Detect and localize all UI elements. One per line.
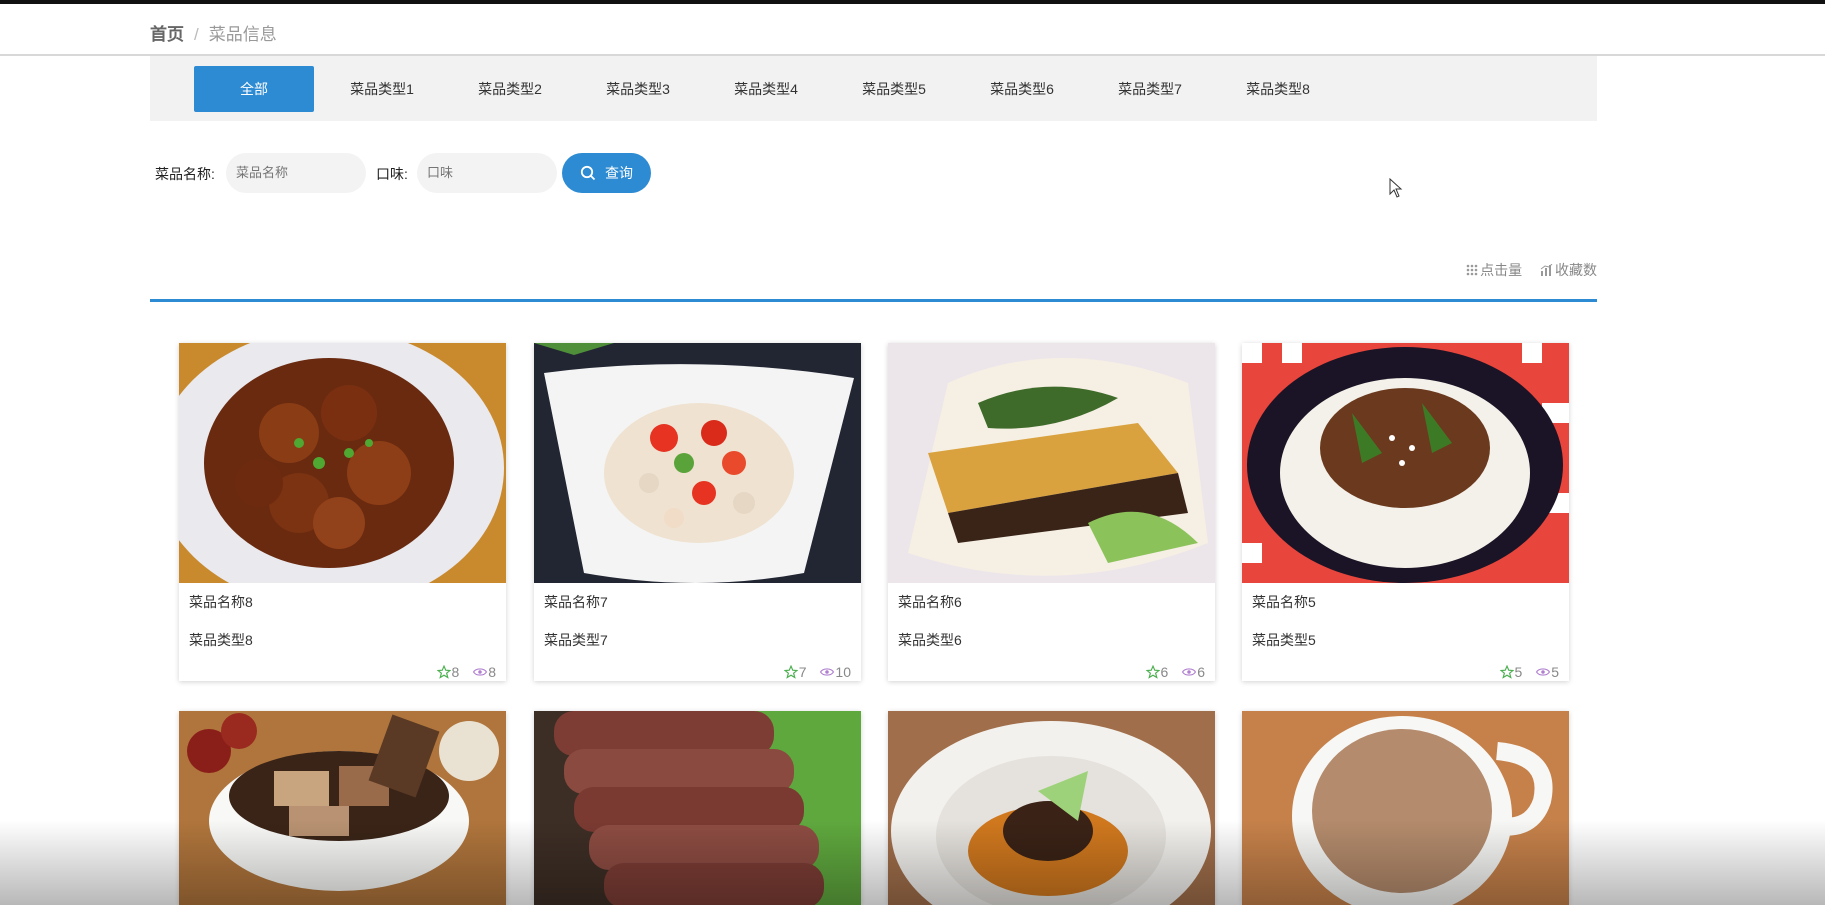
dish-image [1242, 711, 1569, 905]
favorite-count: 7 [783, 664, 807, 680]
favorite-count-value: 6 [1160, 664, 1169, 680]
tab-type-5[interactable]: 菜品类型5 [834, 66, 954, 112]
tab-type-1[interactable]: 菜品类型1 [322, 66, 442, 112]
tab-type-8[interactable]: 菜品类型8 [1218, 66, 1338, 112]
star-icon [1145, 664, 1160, 679]
dish-name-label: 菜品名称: [155, 166, 215, 182]
dish-card[interactable] [888, 711, 1215, 905]
dish-stats: 7 10 [783, 664, 851, 680]
view-count: 6 [1182, 664, 1205, 680]
search-button-label: 查询 [605, 165, 633, 181]
bar-chart-icon [1540, 263, 1553, 276]
taste-input[interactable] [417, 153, 557, 193]
breadcrumb: 首页 / 菜品信息 [150, 20, 277, 45]
tab-type-7[interactable]: 菜品类型7 [1090, 66, 1210, 112]
dish-card[interactable]: 菜品名称8 菜品类型8 8 8 [179, 343, 506, 681]
section-divider [150, 299, 1597, 302]
favorite-count-value: 7 [798, 664, 807, 680]
view-count-value: 5 [1551, 664, 1559, 680]
category-tabs: 全部 菜品类型1 菜品类型2 菜品类型3 菜品类型4 菜品类型5 菜品类型6 菜… [150, 56, 1597, 121]
breadcrumb-separator: / [194, 25, 199, 44]
dish-card[interactable]: 菜品名称5 菜品类型5 5 5 [1242, 343, 1569, 681]
tab-type-4[interactable]: 菜品类型4 [706, 66, 826, 112]
view-count-value: 10 [835, 664, 851, 680]
dish-card[interactable] [1242, 711, 1569, 905]
eye-icon [473, 668, 488, 676]
dish-stats: 6 6 [1145, 664, 1205, 680]
dish-name: 菜品名称8 [189, 594, 253, 610]
dish-image [534, 711, 861, 905]
view-count-value: 8 [488, 664, 496, 680]
dish-image [1242, 343, 1569, 583]
dish-image [179, 343, 506, 583]
breadcrumb-home-link[interactable]: 首页 [150, 25, 184, 44]
favorite-count-value: 5 [1514, 664, 1523, 680]
dish-type: 菜品类型7 [544, 632, 608, 648]
grid-icon [1466, 264, 1478, 276]
dish-card[interactable] [179, 711, 506, 905]
dish-type: 菜品类型8 [189, 632, 253, 648]
eye-icon [1536, 668, 1551, 676]
sort-by-favorites-label: 收藏数 [1555, 262, 1597, 278]
view-count: 5 [1536, 664, 1559, 680]
favorite-count: 5 [1499, 664, 1523, 680]
dish-stats: 5 5 [1499, 664, 1559, 680]
star-icon [1499, 664, 1514, 679]
tab-type-6[interactable]: 菜品类型6 [962, 66, 1082, 112]
breadcrumb-current: 菜品信息 [208, 25, 277, 44]
view-count-value: 6 [1197, 664, 1205, 680]
search-icon [580, 165, 596, 181]
sort-options: 点击量 收藏数 [1452, 260, 1597, 280]
dish-image [534, 343, 861, 583]
dish-image [179, 711, 506, 905]
search-button[interactable]: 查询 [562, 153, 651, 193]
sort-by-clicks-label: 点击量 [1480, 262, 1523, 278]
eye-icon [820, 668, 835, 676]
favorite-count-value: 8 [451, 664, 460, 680]
sort-by-favorites[interactable]: 收藏数 [1540, 260, 1597, 280]
tab-type-2[interactable]: 菜品类型2 [450, 66, 570, 112]
star-icon [783, 664, 799, 679]
tab-type-3[interactable]: 菜品类型3 [578, 66, 698, 112]
sort-by-clicks[interactable]: 点击量 [1466, 260, 1522, 280]
dish-image [888, 343, 1215, 583]
dish-type: 菜品类型5 [1252, 632, 1316, 648]
favorite-count: 6 [1145, 664, 1169, 680]
star-icon [436, 664, 451, 679]
view-count: 8 [473, 664, 496, 680]
dish-name: 菜品名称7 [544, 594, 608, 610]
dish-image [888, 711, 1215, 905]
dish-stats: 8 8 [436, 664, 496, 680]
dish-type: 菜品类型6 [898, 632, 962, 648]
dish-name: 菜品名称5 [1252, 594, 1316, 610]
dish-card[interactable]: 菜品名称7 菜品类型7 7 10 [534, 343, 861, 681]
dish-name: 菜品名称6 [898, 594, 962, 610]
dish-name-input[interactable] [226, 153, 366, 193]
eye-icon [1182, 668, 1197, 676]
favorite-count: 8 [436, 664, 460, 680]
view-count: 10 [820, 664, 851, 680]
dish-card[interactable] [534, 711, 861, 905]
dish-card[interactable]: 菜品名称6 菜品类型6 6 6 [888, 343, 1215, 681]
tab-all[interactable]: 全部 [194, 66, 314, 112]
breadcrumb-bar: 首页 / 菜品信息 [0, 4, 1825, 56]
taste-label: 口味: [376, 166, 408, 182]
mouse-cursor-icon [1389, 178, 1403, 198]
